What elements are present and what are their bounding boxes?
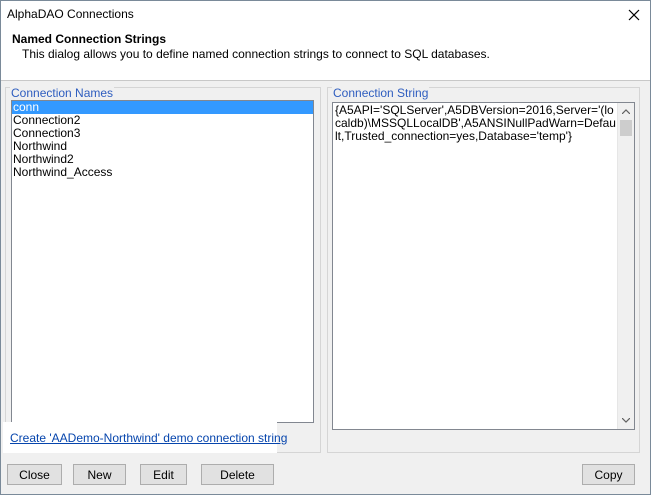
connection-string-label: Connection String: [332, 86, 430, 100]
list-item[interactable]: Northwind_Access: [12, 166, 313, 179]
create-demo-connection-link[interactable]: Create 'AADemo-Northwind' demo connectio…: [10, 431, 287, 445]
connection-names-list[interactable]: conn Connection2 Connection3 Northwind N…: [11, 100, 314, 423]
close-icon[interactable]: [618, 1, 650, 28]
demo-link-area: Create 'AADemo-Northwind' demo connectio…: [3, 422, 287, 453]
connection-string-text[interactable]: {A5API='SQLServer',A5DBVersion=2016,Serv…: [335, 104, 618, 143]
connection-names-panel: Connection Names conn Connection2 Connec…: [5, 87, 321, 453]
title-bar: AlphaDAO Connections: [1, 1, 650, 28]
chevron-up-icon[interactable]: [618, 103, 634, 120]
dialog-header: Named Connection Strings This dialog all…: [1, 28, 650, 81]
edit-button[interactable]: Edit: [140, 464, 187, 485]
header-description: This dialog allows you to define named c…: [22, 47, 490, 61]
scrollbar-thumb[interactable]: [620, 120, 632, 136]
connection-string-panel: Connection String {A5API='SQLServer',A5D…: [327, 87, 640, 453]
connection-names-label: Connection Names: [10, 86, 115, 100]
connection-string-field[interactable]: {A5API='SQLServer',A5DBVersion=2016,Serv…: [332, 102, 635, 430]
dialog-window: AlphaDAO Connections Named Connection St…: [0, 0, 651, 495]
chevron-down-icon[interactable]: [618, 412, 634, 429]
close-button[interactable]: Close: [7, 464, 62, 485]
delete-button[interactable]: Delete: [201, 464, 274, 485]
window-title: AlphaDAO Connections: [7, 7, 134, 21]
header-title: Named Connection Strings: [12, 32, 167, 46]
copy-button[interactable]: Copy: [582, 464, 635, 485]
new-button[interactable]: New: [73, 464, 126, 485]
vertical-scrollbar[interactable]: [617, 103, 634, 429]
